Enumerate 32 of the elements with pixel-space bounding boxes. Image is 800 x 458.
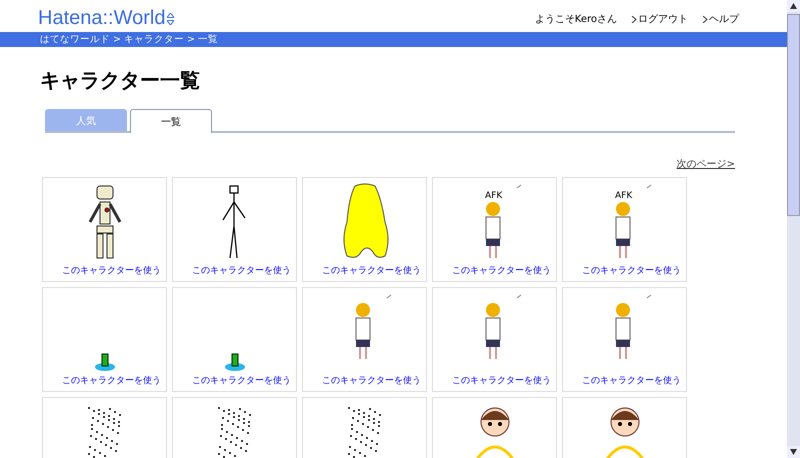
dots-drawing	[218, 407, 250, 458]
up-down-arrows-icon[interactable]	[167, 12, 174, 24]
site-logo[interactable]: Hatena::World	[38, 7, 166, 30]
bottle-drawing	[94, 354, 114, 371]
girl-drawing	[615, 294, 651, 360]
use-character-link[interactable]: このキャラクターを使う	[62, 374, 161, 387]
use-character-link[interactable]: このキャラクターを使う	[322, 374, 421, 387]
speech-text: AFK	[614, 191, 632, 201]
tab[interactable]: 一覧	[130, 109, 212, 133]
breadcrumb: はてなワールド > キャラクター > 一覧	[40, 33, 218, 46]
header-link[interactable]: ヘルプ	[702, 12, 739, 26]
girl-drawing	[485, 294, 521, 360]
use-character-link[interactable]: このキャラクターを使う	[62, 264, 161, 277]
dots-drawing	[348, 407, 380, 458]
use-character-link[interactable]: このキャラクターを使う	[452, 374, 551, 387]
scroll-up-icon[interactable]	[790, 3, 797, 9]
next-page-link[interactable]: 次のページ>	[676, 157, 735, 171]
use-character-link[interactable]: このキャラクターを使う	[582, 264, 681, 277]
girl-drawing	[355, 294, 391, 360]
bottle-drawing	[224, 354, 244, 371]
scroll-down-icon[interactable]	[790, 449, 797, 455]
dots-drawing	[88, 407, 120, 458]
header-link[interactable]: ようこそKeroさん	[534, 12, 617, 26]
page-title: キャラクター一覧	[40, 67, 201, 93]
header-link[interactable]: ログアウト	[631, 12, 688, 26]
scrollbar[interactable]	[787, 0, 800, 458]
use-character-link[interactable]: このキャラクターを使う	[452, 264, 551, 277]
use-character-link[interactable]: このキャラクターを使う	[322, 264, 421, 277]
use-character-link[interactable]: このキャラクターを使う	[192, 374, 291, 387]
use-character-link[interactable]: このキャラクターを使う	[192, 264, 291, 277]
use-character-link[interactable]: このキャラクターを使う	[582, 374, 681, 387]
speech-text: AFK	[484, 191, 502, 201]
